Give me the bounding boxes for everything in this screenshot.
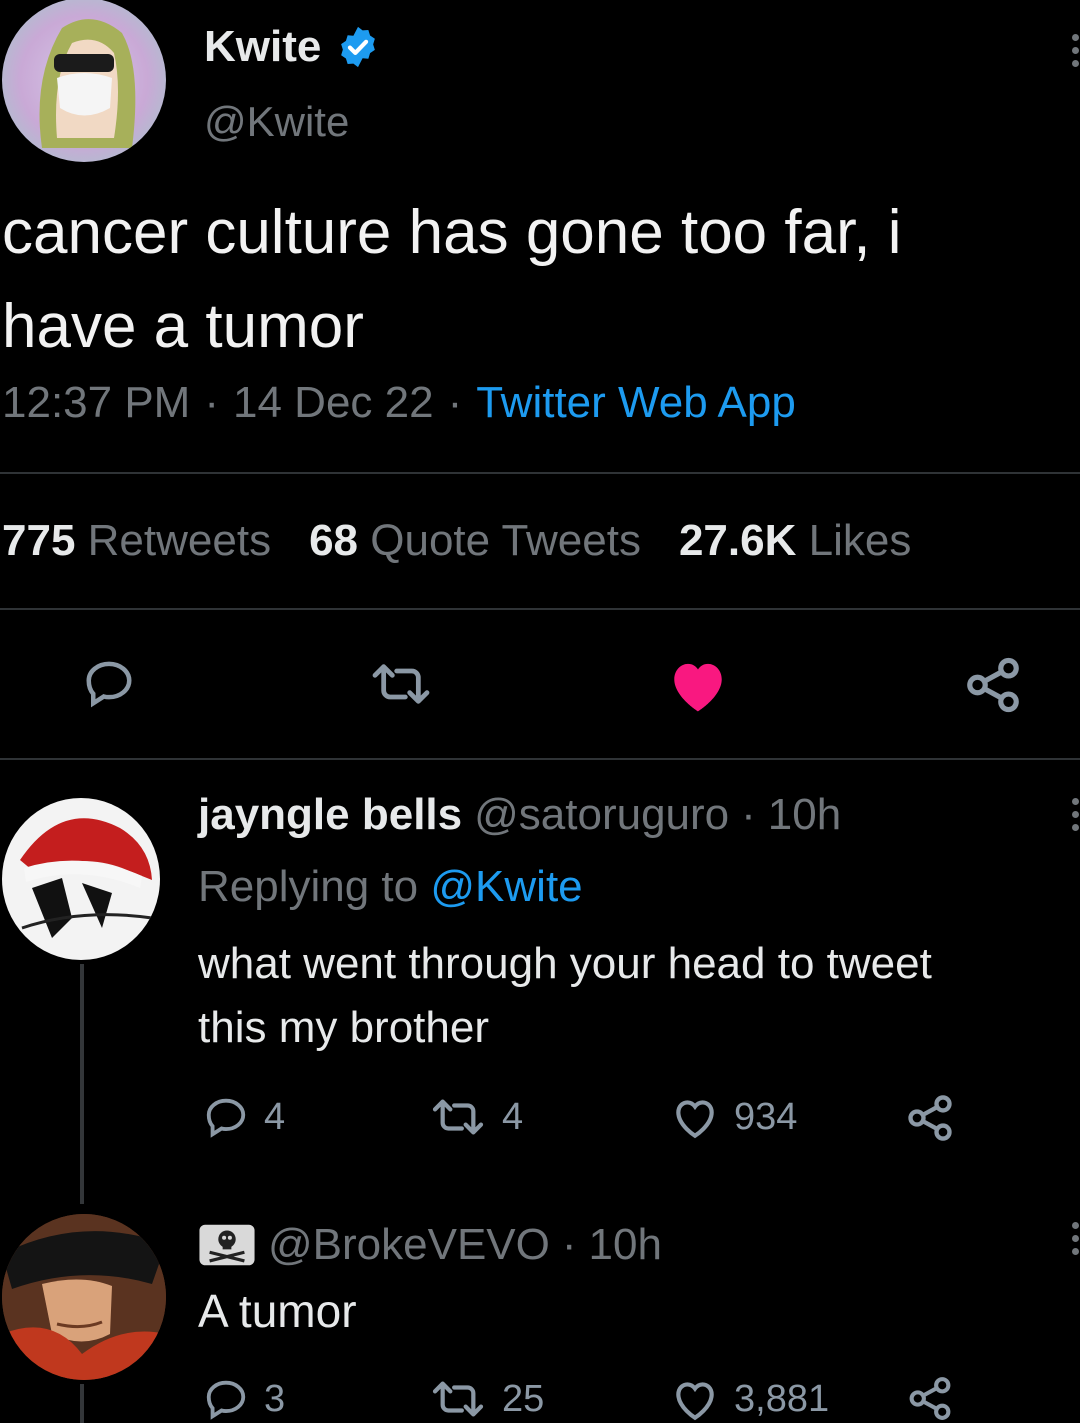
brokevevo-avatar-art xyxy=(2,1214,166,1380)
author-name[interactable]: Kwite xyxy=(204,22,321,72)
likes-label: Likes xyxy=(808,516,912,565)
tweet-text: cancer culture has gone too far, i have … xyxy=(2,186,1078,374)
reply-button[interactable] xyxy=(80,656,138,710)
reply-icon xyxy=(86,661,132,708)
reply2-handle[interactable]: @BrokeVEVO xyxy=(268,1220,550,1270)
kwite-avatar-art xyxy=(39,19,136,148)
reply2-like-button[interactable]: 3,881 xyxy=(670,1376,829,1422)
tweet-text-line-2: have a tumor xyxy=(2,292,364,361)
like-icon xyxy=(676,1100,714,1139)
reply1-retweet-count: 4 xyxy=(502,1095,524,1138)
reply1-like-button[interactable]: 934 xyxy=(670,1094,797,1140)
retweet-button[interactable] xyxy=(368,658,434,710)
share-icon xyxy=(908,1095,952,1141)
meta-separator: · xyxy=(204,378,219,427)
tweet-source-link[interactable]: Twitter Web App xyxy=(476,378,796,428)
likes-count: 27.6K xyxy=(678,516,797,565)
likes-stat[interactable]: 27.6K Likes xyxy=(679,516,911,566)
reply1-text-line-1: what went through your head to tweet xyxy=(198,939,932,988)
engagement-stats: 775 Retweets 68 Quote Tweets 27.6K Likes xyxy=(2,516,911,566)
author-handle[interactable]: @Kwite xyxy=(204,98,349,146)
reply2-like-count: 3,881 xyxy=(734,1377,830,1420)
reply1-like-count: 934 xyxy=(734,1095,798,1138)
reply2-time[interactable]: 10h xyxy=(589,1220,662,1270)
reply1-reply-count: 4 xyxy=(264,1095,286,1138)
reply1-text-line-2: this my brother xyxy=(198,1003,489,1052)
tweet-date[interactable]: 14 Dec 22 xyxy=(233,378,434,428)
more-options-icon[interactable] xyxy=(1072,34,1080,67)
tweet-meta: 12:37 PM · 14 Dec 22 · Twitter Web App xyxy=(2,378,796,428)
like-icon-filled xyxy=(674,663,722,712)
retweet-icon xyxy=(432,1381,484,1417)
reply2-dot: · xyxy=(561,1220,577,1269)
share-button[interactable] xyxy=(962,654,1024,716)
retweets-stat[interactable]: 775 Retweets xyxy=(2,516,271,566)
author-name-row[interactable]: Kwite xyxy=(204,22,381,72)
retweet-icon xyxy=(432,1099,484,1135)
reply1-share-button[interactable] xyxy=(904,1092,956,1144)
like-button[interactable] xyxy=(666,656,730,714)
reply2-reply-button[interactable]: 3 xyxy=(202,1376,285,1422)
tweet-text-line-1: cancer culture has gone too far, i xyxy=(2,198,902,267)
brokevevo-avatar[interactable] xyxy=(2,1214,166,1380)
thread-line xyxy=(80,964,84,1204)
divider xyxy=(0,472,1080,474)
reply-icon xyxy=(206,1380,246,1420)
jayngle-avatar[interactable] xyxy=(2,798,160,960)
reply2-retweet-button[interactable]: 25 xyxy=(428,1376,544,1422)
retweets-count: 775 xyxy=(2,516,76,565)
thread-line-bottom xyxy=(80,1384,84,1423)
meta-separator: · xyxy=(447,378,463,427)
reply1-reply-button[interactable]: 4 xyxy=(202,1094,285,1140)
reply2-header: @BrokeVEVO · 10h xyxy=(198,1220,662,1270)
more-options-icon[interactable] xyxy=(1072,798,1080,831)
reply1-retweet-button[interactable]: 4 xyxy=(428,1094,523,1140)
share-icon xyxy=(967,657,1019,713)
reply2-text: A tumor xyxy=(198,1285,357,1337)
reply2-share-button[interactable] xyxy=(904,1374,956,1423)
verified-badge-icon xyxy=(341,26,376,68)
reply1-text: what went through your head to tweet thi… xyxy=(198,932,932,1060)
quote-tweets-stat[interactable]: 68 Quote Tweets xyxy=(309,516,641,566)
jayngle-avatar-art xyxy=(20,818,153,938)
reply2-reply-count: 3 xyxy=(264,1377,286,1420)
kwite-avatar[interactable] xyxy=(2,0,166,162)
skull-crossbones-icon xyxy=(199,1224,255,1266)
like-icon xyxy=(676,1382,714,1421)
quotes-label: Quote Tweets xyxy=(370,516,641,565)
tweet-time[interactable]: 12:37 PM xyxy=(2,378,190,428)
reply1-header: jayngle bells @satoruguro · 10h xyxy=(198,790,841,840)
more-options-icon[interactable] xyxy=(1072,1222,1080,1255)
reply1-dot: · xyxy=(741,790,756,839)
reply1-replying-to: Replying to @Kwite xyxy=(198,862,583,912)
divider xyxy=(0,608,1080,610)
divider xyxy=(0,758,1080,760)
retweets-label: Retweets xyxy=(87,516,272,565)
share-icon xyxy=(909,1377,951,1420)
retweet-icon xyxy=(372,664,430,704)
replying-to-label: Replying to xyxy=(198,862,419,911)
reply1-time[interactable]: 10h xyxy=(768,790,841,840)
quotes-count: 68 xyxy=(309,516,359,565)
reply2-retweet-count: 25 xyxy=(502,1377,545,1420)
reply-icon xyxy=(206,1098,246,1138)
replying-to-handle[interactable]: @Kwite xyxy=(430,862,582,911)
reply1-name[interactable]: jayngle bells xyxy=(198,790,462,840)
reply1-handle[interactable]: @satoruguro xyxy=(474,790,729,840)
